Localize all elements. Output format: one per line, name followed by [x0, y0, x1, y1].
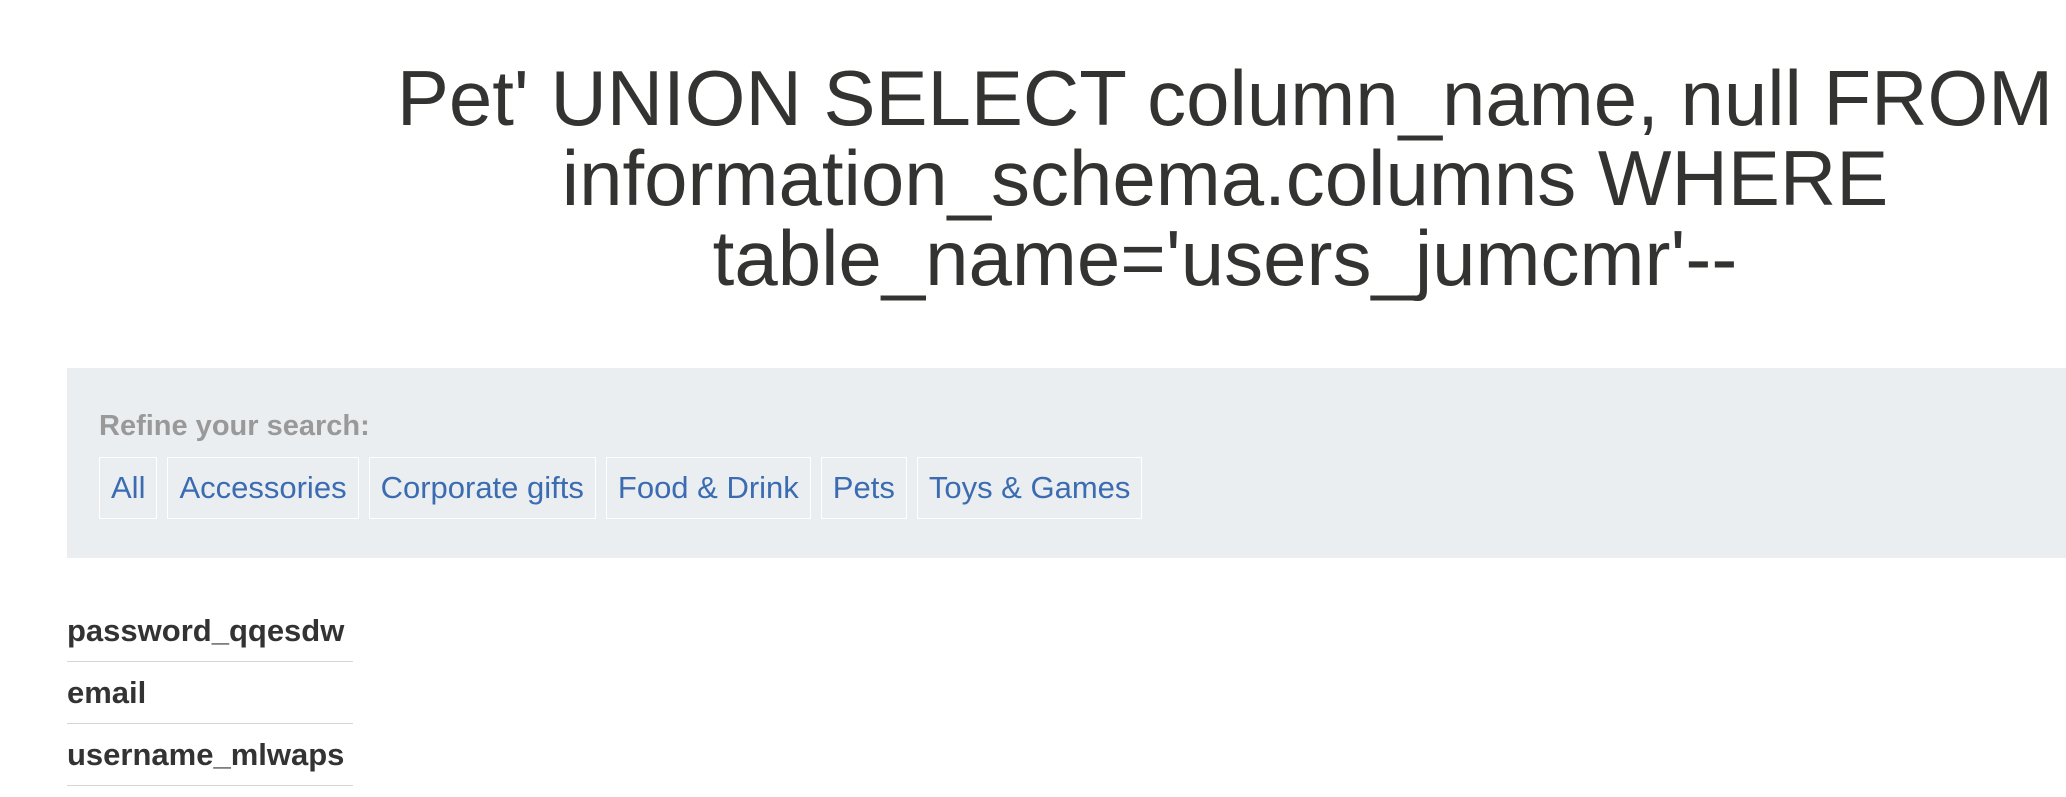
filter-link-accessories[interactable]: Accessories	[167, 457, 359, 519]
refine-search-label: Refine your search:	[99, 410, 370, 442]
search-filter-panel: Refine your search: All Accessories Corp…	[67, 368, 2066, 558]
category-filter-links: All Accessories Corporate gifts Food & D…	[99, 457, 1143, 519]
result-row-email: email	[67, 662, 353, 724]
filter-link-all[interactable]: All	[99, 457, 158, 519]
filter-link-food-and-drink[interactable]: Food & Drink	[605, 457, 811, 519]
filter-link-toys-and-games[interactable]: Toys & Games	[916, 457, 1143, 519]
result-row-password: password_qqesdw	[67, 600, 353, 662]
product-search-page: Pet' UNION SELECT column_name, null FROM…	[0, 0, 2066, 797]
search-results-list: password_qqesdw email username_mlwaps	[67, 600, 353, 786]
filter-link-pets[interactable]: Pets	[820, 457, 907, 519]
page-title: Pet' UNION SELECT column_name, null FROM…	[396, 54, 2054, 302]
filter-link-corporate-gifts[interactable]: Corporate gifts	[368, 457, 596, 519]
result-row-username: username_mlwaps	[67, 724, 353, 786]
